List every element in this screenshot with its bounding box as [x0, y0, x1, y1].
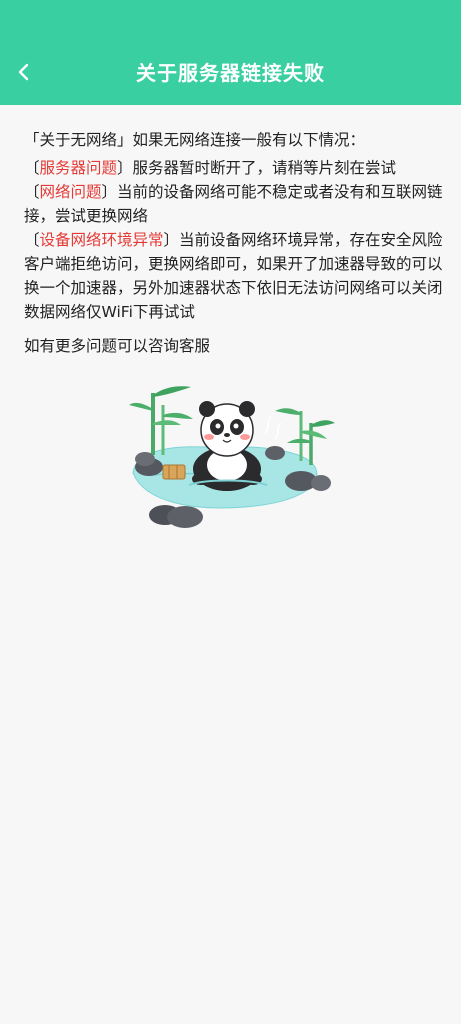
- panda-hot-spring-illustration: [125, 375, 340, 535]
- bracket-open: 〔: [24, 231, 40, 249]
- intro-paragraph: 「关于无网络」如果无网络连接一般有以下情况：: [24, 128, 444, 152]
- bracket-open: 〔: [24, 183, 40, 201]
- reason-text: 服务器暂时断开了，请稍等片刻在尝试: [132, 159, 397, 177]
- reason-label: 设备网络环境异常: [39, 231, 164, 249]
- bracket-open: 〔: [24, 159, 40, 177]
- page-title: 关于服务器链接失败: [136, 61, 325, 85]
- contact-support-text: 如有更多问题可以咨询客服: [24, 337, 211, 355]
- bracket-close: 〕: [163, 231, 180, 249]
- reason-item-device: 〔设备网络环境异常〕当前设备网络环境异常，存在安全风险客户端拒绝访问，更换网络即…: [24, 228, 444, 324]
- help-content: 「关于无网络」如果无网络连接一般有以下情况： 〔服务器问题〕服务器暂时断开了，请…: [24, 128, 444, 358]
- top-app-bar: 关于服务器链接失败: [0, 0, 461, 105]
- intro-tag: 「关于无网络」: [24, 131, 133, 149]
- intro-text: 如果无网络连接一般有以下情况：: [132, 131, 366, 149]
- reason-item-network: 〔网络问题〕当前的设备网络可能不稳定或者没有和互联网链接，尝试更换网络: [24, 180, 444, 228]
- reason-label: 服务器问题: [39, 159, 118, 177]
- reason-label: 网络问题: [39, 183, 102, 201]
- bracket-close: 〕: [101, 183, 118, 201]
- reason-item-server: 〔服务器问题〕服务器暂时断开了，请稍等片刻在尝试: [24, 156, 444, 180]
- bracket-close: 〕: [117, 159, 133, 177]
